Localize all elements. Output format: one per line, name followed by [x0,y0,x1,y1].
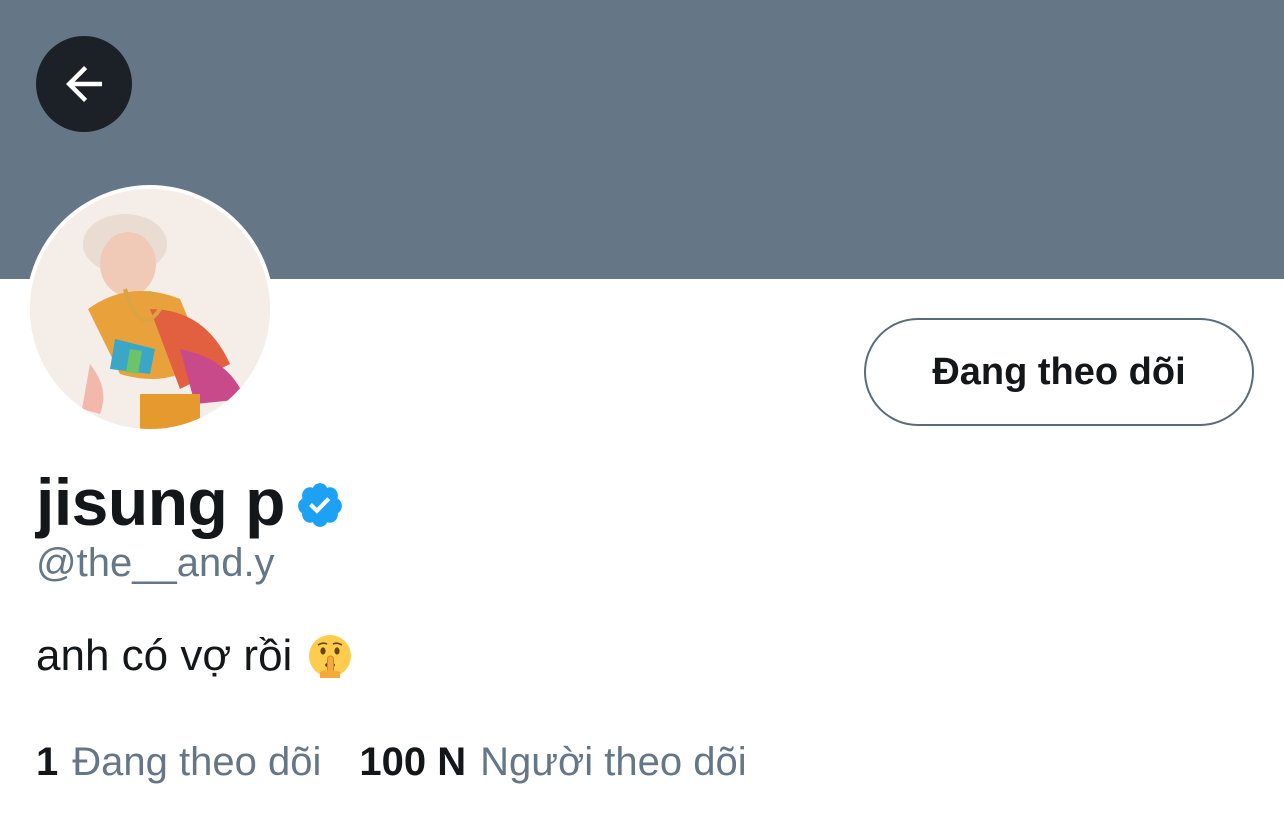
following-label: Đang theo dõi [72,740,322,784]
following-button[interactable]: Đang theo dõi [864,318,1254,426]
avatar[interactable] [26,185,274,433]
verified-badge-icon [298,483,342,527]
following-count: 1 [36,740,59,784]
profile-page: Đang theo dõi jisung p @the__and.y anh c… [0,0,1284,833]
bio-text: anh có vợ rồi [36,631,293,680]
back-button[interactable] [36,36,132,132]
profile-handle: @the__and.y [36,541,275,585]
arrow-left-icon [66,66,102,102]
followers-label: Người theo dõi [480,740,747,784]
display-name: jisung p [36,465,285,539]
profile-name-row: jisung p [36,462,345,542]
profile-stats: 1 Đang theo dõi 100 N Người theo dõi [36,736,747,788]
profile-bio: anh có vợ rồi [36,628,354,684]
following-count-link[interactable]: 1 Đang theo dõi [36,736,321,788]
avatar-image [30,189,270,429]
followers-count: 100 N [359,740,467,784]
followers-count-link[interactable]: 100 N Người theo dõi [359,736,746,788]
shushing-face-emoji-icon [309,635,352,678]
